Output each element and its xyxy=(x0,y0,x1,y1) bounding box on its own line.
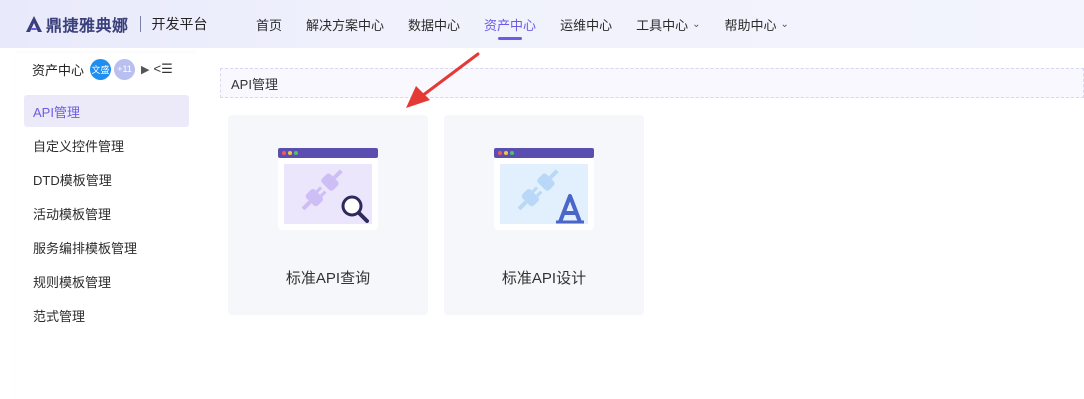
nav-home[interactable]: 首页 xyxy=(256,0,282,48)
sidebar-item-dtd-templates[interactable]: DTD模板管理 xyxy=(24,163,189,195)
sidebar-item-custom-controls[interactable]: 自定义控件管理 xyxy=(24,129,189,161)
plug-search-icon xyxy=(278,148,378,230)
nav-solutions[interactable]: 解决方案中心 xyxy=(306,0,384,48)
top-nav: 首页 解决方案中心 数据中心 资产中心 运维中心 工具中心 ⌄ 帮助中心 ⌄ xyxy=(256,0,813,48)
sidebar-item-label: 服务编排模板管理 xyxy=(33,240,138,256)
nav-tools-center[interactable]: 工具中心 ⌄ xyxy=(636,0,700,48)
sidebar-item-label: 规则模板管理 xyxy=(33,274,112,290)
sidebar-menu: API管理 自定义控件管理 DTD模板管理 活动模板管理 服务编排模板管理 规则… xyxy=(16,95,196,331)
sidebar-item-activity-templates[interactable]: 活动模板管理 xyxy=(24,197,189,229)
brand-divider xyxy=(139,16,141,32)
collapse-menu-icon[interactable]: <☰ xyxy=(153,61,172,77)
sidebar-item-label: DTD模板管理 xyxy=(33,172,112,188)
top-header: 鼎捷雅典娜 开发平台 首页 解决方案中心 数据中心 资产中心 运维中心 工具中心… xyxy=(0,0,1084,48)
sidebar-item-paradigm[interactable]: 范式管理 xyxy=(24,299,189,331)
sidebar-item-label: 活动模板管理 xyxy=(33,206,112,222)
nav-label: 帮助中心 xyxy=(724,17,777,33)
chevron-down-icon: ⌄ xyxy=(692,18,701,30)
nav-help-center[interactable]: 帮助中心 ⌄ xyxy=(724,0,788,48)
play-icon[interactable]: ▶ xyxy=(141,63,149,76)
sidebar-item-api-management[interactable]: API管理 xyxy=(24,95,189,127)
nav-data-center[interactable]: 数据中心 xyxy=(408,0,460,48)
breadcrumb-current: API管理 xyxy=(231,76,278,92)
brand[interactable]: 鼎捷雅典娜 开发平台 xyxy=(24,12,242,36)
plug-design-icon xyxy=(494,148,594,230)
breadcrumb: API管理 xyxy=(220,68,1084,98)
brand-name: 鼎捷雅典娜 xyxy=(46,18,129,35)
chevron-down-icon: ⌄ xyxy=(780,18,789,30)
nav-ops-center[interactable]: 运维中心 xyxy=(560,0,612,48)
user-avatar[interactable]: 文盛 xyxy=(90,58,112,80)
brand-subtitle: 开发平台 xyxy=(151,16,208,32)
nav-label: 工具中心 xyxy=(636,17,689,33)
nav-label: 解决方案中心 xyxy=(306,17,385,33)
annotation-arrow-icon xyxy=(406,52,480,108)
sidebar-item-label: 自定义控件管理 xyxy=(33,138,125,154)
sidebar-item-label: 范式管理 xyxy=(33,308,86,324)
sidebar-title: 资产中心 xyxy=(32,62,85,78)
sidebar-header: 资产中心 文盛 +11 ▶ <☰ xyxy=(16,53,196,85)
sidebar-item-service-orchestration[interactable]: 服务编排模板管理 xyxy=(24,231,189,263)
card-label: 标准API查询 xyxy=(285,270,371,287)
nav-asset-center[interactable]: 资产中心 xyxy=(484,0,536,48)
nav-label: 首页 xyxy=(256,17,283,33)
card-api-design[interactable]: 标准API设计 xyxy=(444,115,644,315)
nav-label: 数据中心 xyxy=(408,17,461,33)
brand-logo-icon xyxy=(26,16,42,32)
card-api-query[interactable]: 标准API查询 xyxy=(228,115,428,315)
more-users-badge[interactable]: +11 xyxy=(114,58,136,80)
sidebar: 资产中心 文盛 +11 ▶ <☰ API管理 自定义控件管理 DTD模板管理 活… xyxy=(16,53,196,399)
sidebar-item-rule-templates[interactable]: 规则模板管理 xyxy=(24,265,189,297)
nav-label: 运维中心 xyxy=(560,17,613,33)
card-label: 标准API设计 xyxy=(501,270,587,287)
nav-label: 资产中心 xyxy=(484,17,537,33)
sidebar-item-label: API管理 xyxy=(33,104,80,120)
